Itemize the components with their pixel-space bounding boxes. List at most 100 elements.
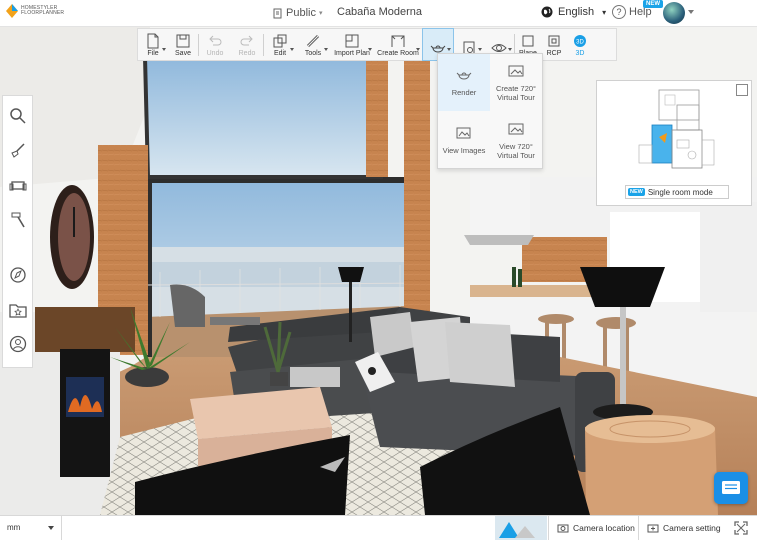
tool-label: File <box>147 50 159 57</box>
panorama-icon <box>508 65 524 76</box>
ruler-icon <box>306 34 320 48</box>
chevron-down-icon <box>290 48 294 51</box>
bottom-bar: mm Camera location Camera setting <box>0 515 757 540</box>
render-option[interactable]: Render <box>438 54 490 111</box>
avatar[interactable] <box>663 2 685 24</box>
rcp-view-button[interactable]: RCP <box>541 29 567 60</box>
chevron-down-icon: ▾ <box>602 7 607 17</box>
redo-icon <box>240 35 253 46</box>
tool-label: 3D <box>575 50 585 57</box>
logo-icon <box>6 4 18 18</box>
globe-icon <box>541 6 553 18</box>
language-selector[interactable]: English ▾ <box>541 6 606 18</box>
chevron-down-icon <box>447 48 451 51</box>
edit-icon <box>273 34 287 48</box>
tool-label: Edit <box>273 50 287 57</box>
chevron-down-icon <box>478 48 482 51</box>
tools-menu-button[interactable]: Tools <box>296 29 330 60</box>
view-images-label: View Images <box>442 146 486 155</box>
camera-location-button[interactable]: Camera location <box>548 516 636 540</box>
language-label: English <box>558 6 595 18</box>
render-option-label: Render <box>451 88 477 97</box>
view-mode-switcher[interactable] <box>495 516 547 540</box>
unit-label: mm <box>7 523 21 532</box>
visibility-selector[interactable]: Public ▾ <box>272 7 322 19</box>
render-dropdown: Render Create 720° Virtual Tour View Ima… <box>437 53 543 169</box>
import-plan-button[interactable]: Import Plan <box>330 29 374 60</box>
visibility-label: Public <box>286 7 316 19</box>
fullscreen-icon[interactable] <box>733 520 749 536</box>
logo-line-2: FLOORPLANNER <box>21 10 65 16</box>
rcp-view-icon <box>548 35 560 47</box>
panorama-view-icon <box>508 123 524 134</box>
create-720-tour-option[interactable]: Create 720° Virtual Tour <box>490 54 542 111</box>
hammer-icon[interactable] <box>9 211 27 229</box>
3d-view-button[interactable]: 3D 3D <box>567 29 593 60</box>
chevron-down-icon <box>416 48 420 51</box>
import-plan-icon <box>345 34 359 48</box>
logo-text: HOMESTYLER FLOORPLANNER <box>21 5 65 17</box>
create-room-icon <box>391 35 405 47</box>
tool-label: Create Room <box>377 50 419 57</box>
tool-label: Import Plan <box>334 50 370 57</box>
feedback-button[interactable] <box>714 472 748 504</box>
mountain-view-icon <box>499 522 535 538</box>
project-title[interactable]: Cabaña Moderna <box>337 6 422 18</box>
camera-setting-button[interactable]: Camera setting <box>638 516 728 540</box>
view-images-option[interactable]: View Images <box>438 112 490 169</box>
search-icon[interactable] <box>9 107 27 125</box>
camera-location-label: Camera location <box>573 523 635 533</box>
view-720-tour-label: View 720° Virtual Tour <box>497 141 535 160</box>
main-toolbar: File Save Undo Redo Edit Tools Import Pl… <box>137 28 617 61</box>
chevron-down-icon <box>162 48 166 51</box>
edit-menu-button[interactable]: Edit <box>264 29 296 60</box>
camera-location-icon <box>557 524 569 533</box>
floorplan-minimap[interactable]: NEW Single room mode <box>596 80 752 206</box>
logo[interactable]: HOMESTYLER FLOORPLANNER <box>6 4 64 18</box>
create-720-tour-label: Create 720° Virtual Tour <box>495 83 537 102</box>
left-sidebar <box>2 95 33 368</box>
file-menu-button[interactable]: File <box>138 29 168 60</box>
user-icon[interactable] <box>9 335 27 353</box>
chevron-down-icon <box>508 48 512 51</box>
chat-icon <box>722 481 740 494</box>
tool-label: RCP <box>546 50 562 57</box>
tool-label: Undo <box>206 50 224 57</box>
collapse-icon[interactable] <box>736 84 748 96</box>
top-bar: HOMESTYLER FLOORPLANNER Public ▾ Cabaña … <box>0 0 757 27</box>
floorplan-thumbnail <box>638 89 715 169</box>
plane-view-icon <box>522 35 534 47</box>
single-room-mode-label: Single room mode <box>647 187 713 197</box>
file-icon <box>147 33 159 49</box>
create-room-button[interactable]: Create Room <box>374 29 422 60</box>
unit-selector[interactable]: mm <box>0 516 62 540</box>
chevron-down-icon: ▾ <box>318 10 323 17</box>
chevron-down-icon <box>324 48 328 51</box>
svg-text:3D: 3D <box>576 40 584 46</box>
chevron-down-icon <box>368 48 372 51</box>
shovel-icon[interactable] <box>9 141 27 159</box>
save-button[interactable]: Save <box>168 29 198 60</box>
document-icon <box>273 8 282 18</box>
new-badge: NEW <box>628 188 645 196</box>
redo-button[interactable]: Redo <box>231 29 263 60</box>
chevron-down-icon <box>48 526 54 530</box>
save-icon <box>176 34 190 48</box>
single-room-mode-toggle[interactable]: NEW Single room mode <box>625 185 729 199</box>
sofa-icon[interactable] <box>9 176 27 194</box>
teapot-icon <box>456 72 472 80</box>
camera-setting-icon <box>647 524 659 533</box>
image-gallery-icon <box>456 127 471 139</box>
view-720-tour-option[interactable]: View 720° Virtual Tour <box>490 112 542 169</box>
compass-icon[interactable] <box>9 266 27 284</box>
folder-star-icon[interactable] <box>9 301 27 319</box>
undo-button[interactable]: Undo <box>199 29 231 60</box>
tool-label: Tools <box>304 50 322 57</box>
3d-view-icon: 3D <box>574 35 586 47</box>
question-icon: ? <box>612 5 626 19</box>
camera-setting-label: Camera setting <box>663 523 721 533</box>
undo-icon <box>209 35 222 46</box>
chevron-down-icon[interactable] <box>688 10 694 14</box>
tool-label: Redo <box>238 50 256 57</box>
help-new-badge: NEW <box>643 0 663 8</box>
